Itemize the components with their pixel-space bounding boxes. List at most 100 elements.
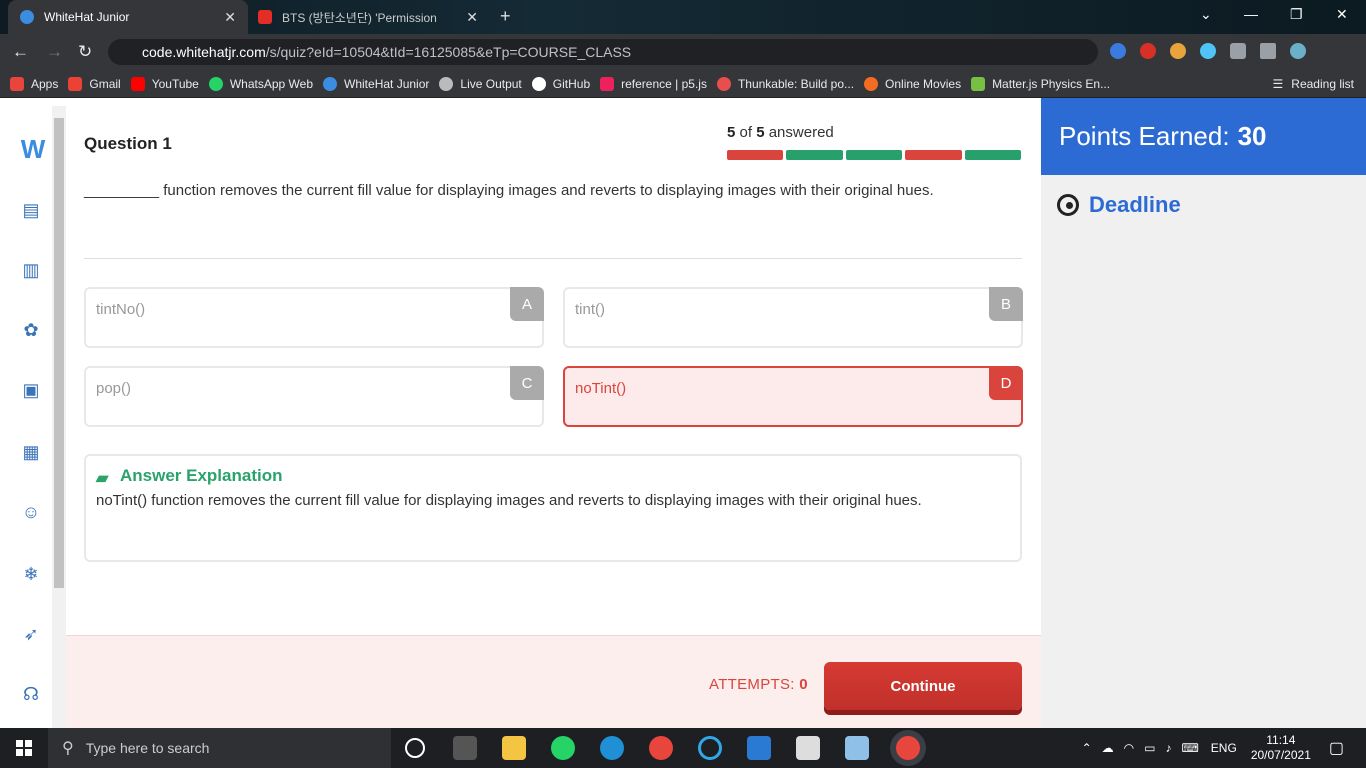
close-tab-icon[interactable]: ✕ (466, 9, 478, 26)
cortana-icon[interactable] (405, 738, 425, 758)
dashboard-icon[interactable]: ▤ (20, 200, 42, 222)
progress-segment-correct (964, 150, 1022, 160)
question-title: Question 1 (84, 134, 172, 153)
battery-icon[interactable]: ▭ (1144, 741, 1155, 755)
volume-icon[interactable]: ♪ (1165, 741, 1171, 755)
keyboard-icon[interactable]: ⌨ (1181, 741, 1198, 755)
system-tray: ⌃ ☁ ◠ ▭ ♪ ⌨ ENG 11:14 20/07/2021 ▢ (1082, 728, 1366, 768)
extension-icon[interactable] (1140, 43, 1156, 59)
task-view-icon[interactable] (453, 736, 477, 760)
rocket-icon[interactable]: ➶ (20, 624, 42, 646)
tab-search-icon[interactable]: ⌄ (1200, 6, 1212, 23)
bookmark-online-movies[interactable]: Online Movies (864, 76, 961, 91)
bookmark-gmail[interactable]: Gmail (68, 76, 121, 91)
vscode-icon[interactable] (747, 736, 771, 760)
extension-icon[interactable] (1200, 43, 1216, 59)
answer-explanation: ▰ Answer Explanation noTint() function re… (84, 454, 1022, 562)
bookmarks-bar: Apps Gmail YouTube WhatsApp Web WhiteHat… (0, 70, 1366, 98)
activities-icon[interactable]: ✿ (20, 320, 42, 342)
option-a[interactable]: tintNo() A (84, 287, 544, 348)
close-tab-icon[interactable]: ✕ (224, 9, 236, 26)
option-letter: D (989, 366, 1023, 400)
bookmark-apps[interactable]: Apps (10, 76, 58, 91)
option-b[interactable]: tint() B (563, 287, 1023, 348)
option-d[interactable]: noTint() D (563, 366, 1023, 427)
language-indicator[interactable]: ENG (1211, 741, 1237, 755)
url-input[interactable]: code.whitehatjr.com/s/quiz?eId=10504&tId… (108, 39, 1098, 65)
start-button[interactable] (0, 728, 48, 768)
cortana-ring-icon[interactable] (698, 736, 722, 760)
snowflake-icon[interactable]: ❄ (20, 564, 42, 586)
extensions-puzzle-icon[interactable] (1230, 43, 1246, 59)
whatsapp-taskbar-icon[interactable] (551, 736, 575, 760)
divider (84, 258, 1022, 259)
notepad-icon[interactable] (845, 736, 869, 760)
option-c[interactable]: pop() C (84, 366, 544, 427)
left-nav: W ▤ ▥ ✿ ▣ ▦ ☺ ❄ ➶ ☊ (0, 98, 52, 728)
youtube-favicon-icon (258, 10, 272, 24)
tab-whitehat[interactable]: WhiteHat Junior ✕ (8, 0, 248, 34)
option-text: noTint() (575, 380, 627, 397)
back-icon[interactable]: ← (12, 42, 29, 62)
bookmark-whitehat[interactable]: WhiteHat Junior (323, 76, 429, 91)
bookmark-matterjs[interactable]: Matter.js Physics En... (971, 76, 1110, 91)
book-icon[interactable]: ▥ (20, 260, 42, 282)
bookmark-whatsapp[interactable]: WhatsApp Web (208, 76, 313, 91)
file-icon[interactable] (796, 736, 820, 760)
file-explorer-icon[interactable] (502, 736, 526, 760)
bookmark-github[interactable]: GitHub (531, 76, 590, 91)
bookmark-p5js[interactable]: reference | p5.js (600, 76, 707, 91)
reading-list-icon: ☰ (1272, 77, 1284, 91)
extension-icon[interactable] (1170, 43, 1186, 59)
right-sidebar: Points Earned: 30 Deadline (1041, 98, 1366, 728)
media-control-icon[interactable] (1260, 43, 1276, 59)
restore-icon[interactable]: ❐ (1290, 6, 1303, 23)
wifi-icon[interactable]: ◠ (1124, 741, 1134, 755)
notebook-icon[interactable]: ▣ (20, 380, 42, 402)
deadline-label: Deadline (1089, 192, 1181, 217)
notifications-icon[interactable]: ▢ (1329, 738, 1344, 758)
option-text: pop() (96, 380, 132, 397)
extension-icon[interactable] (1110, 43, 1126, 59)
edge-icon[interactable] (600, 736, 624, 760)
answered-label: answered (768, 124, 834, 141)
matterjs-icon (971, 76, 986, 91)
clock[interactable]: 11:14 20/07/2021 (1251, 733, 1311, 763)
chat-bot-icon[interactable]: ☺ (20, 502, 42, 524)
scrollbar-thumb[interactable] (54, 118, 64, 588)
browser-tab-strip: WhiteHat Junior ✕ BTS (방탄소년단) 'Permissio… (0, 0, 1366, 34)
chrome-active-icon[interactable] (896, 736, 920, 760)
close-window-icon[interactable]: ✕ (1336, 6, 1348, 23)
reading-list-button[interactable]: ☰ Reading list (1273, 77, 1354, 91)
document-icon[interactable]: ▦ (20, 442, 42, 464)
bookmark-youtube[interactable]: YouTube (130, 76, 199, 91)
profile-avatar-icon[interactable] (1290, 43, 1306, 59)
option-text: tint() (575, 301, 605, 318)
minimize-icon[interactable]: — (1244, 6, 1258, 22)
new-tab-icon[interactable]: + (500, 6, 511, 27)
apps-grid-icon (10, 76, 24, 91)
whitehat-logo-icon[interactable]: W (16, 134, 50, 164)
chevron-up-icon[interactable]: ⌃ (1082, 741, 1092, 755)
p5js-icon (600, 76, 615, 91)
reload-icon[interactable]: ↻ (78, 42, 92, 62)
address-bar-row: ← → ↻ code.whitehatjr.com/s/quiz?eId=105… (0, 34, 1366, 70)
chrome-icon[interactable] (649, 736, 673, 760)
answered-of: of (739, 124, 753, 141)
continue-button[interactable]: Continue (824, 662, 1022, 710)
bookmark-live-output[interactable]: Live Output (439, 76, 522, 91)
support-agent-icon[interactable]: ☊ (20, 684, 42, 706)
forward-icon[interactable]: → (46, 42, 63, 62)
answered-count: 5 (727, 124, 736, 141)
bookmark-thunkable[interactable]: Thunkable: Build po... (716, 76, 854, 91)
onedrive-icon[interactable]: ☁ (1102, 741, 1114, 755)
deadline-link[interactable]: Deadline (1057, 192, 1181, 218)
tab-youtube[interactable]: BTS (방탄소년단) 'Permission ✕ (250, 0, 490, 34)
url-host: code.whitehatjr.com (142, 44, 266, 60)
scrollbar[interactable] (52, 106, 66, 728)
option-letter: B (989, 287, 1023, 321)
answered-status: 5 of 5 answered (727, 124, 834, 141)
option-letter: C (510, 366, 544, 400)
taskbar-search[interactable]: ⚲ Type here to search (48, 728, 391, 768)
option-text: tintNo() (96, 301, 146, 318)
